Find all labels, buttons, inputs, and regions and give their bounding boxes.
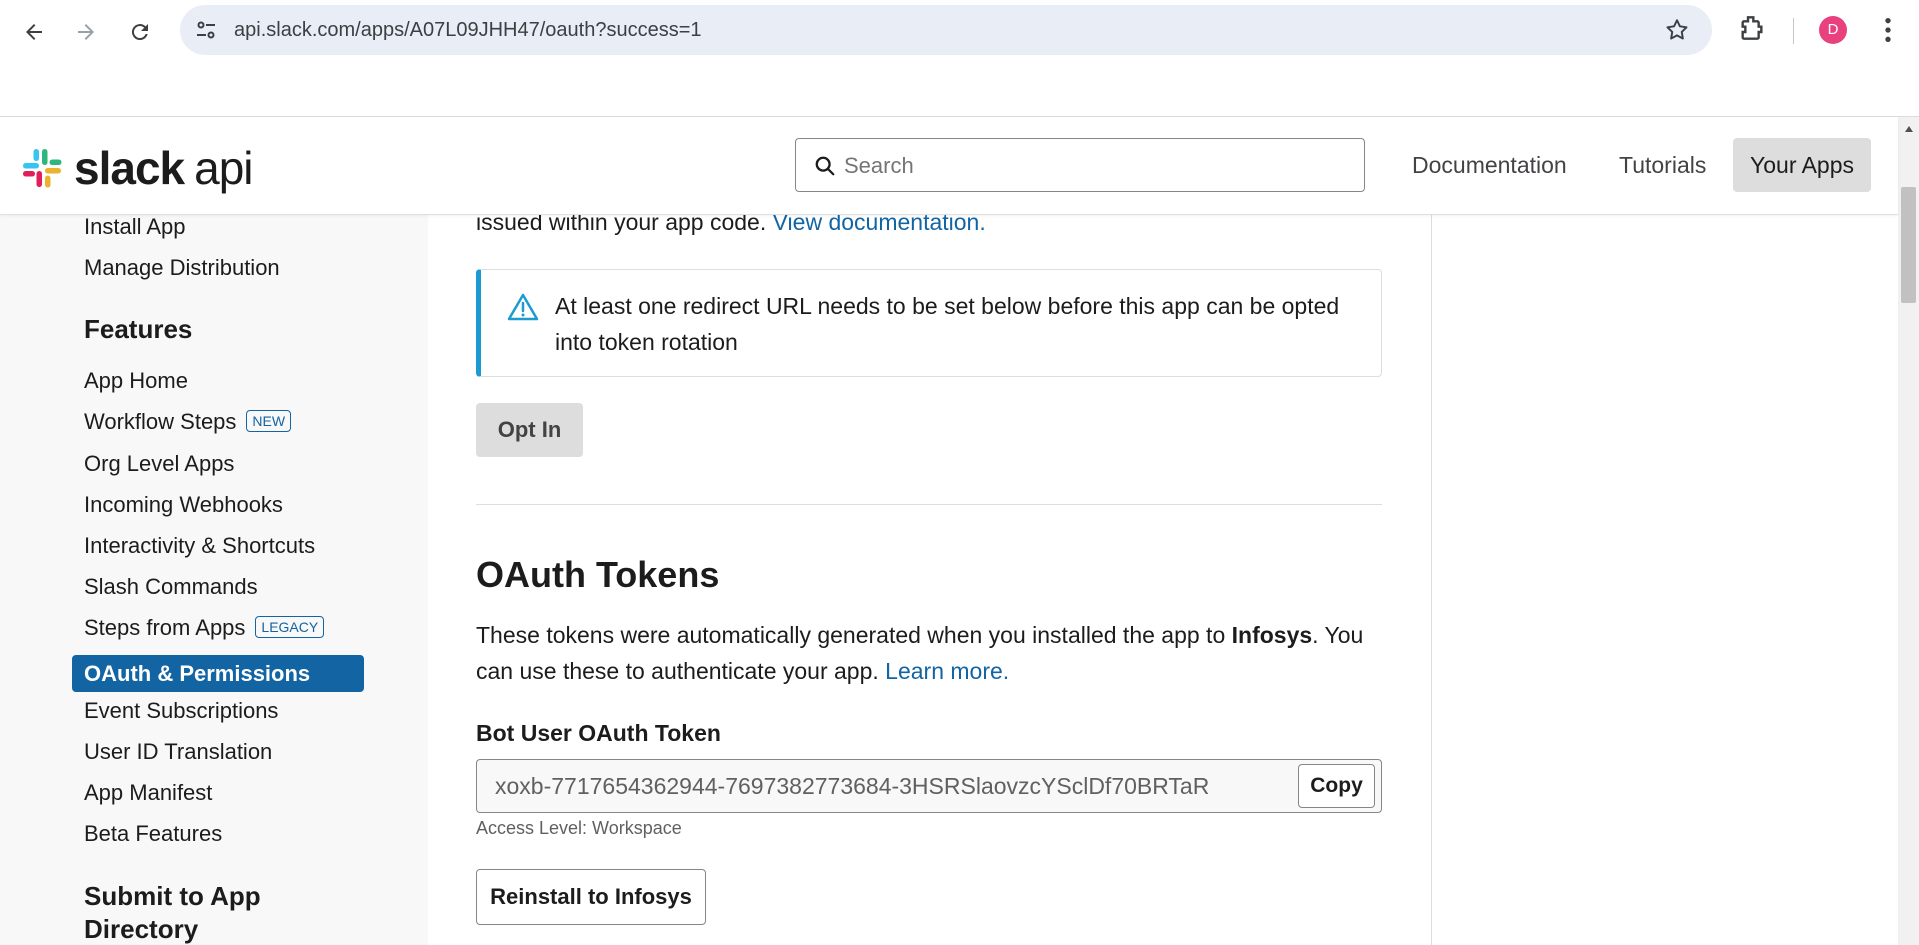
warning-triangle-icon — [507, 293, 539, 321]
bot-token-value[interactable]: xoxb-7717654362944-7697382773684-3HSRSla… — [495, 760, 1209, 812]
sidebar-item-slash-commands[interactable]: Slash Commands — [84, 574, 258, 600]
opt-in-button[interactable]: Opt In — [476, 403, 583, 457]
copy-token-button[interactable]: Copy — [1298, 764, 1375, 808]
forward-arrow-icon — [78, 24, 94, 40]
sidebar-item-org-level-apps[interactable]: Org Level Apps — [84, 451, 234, 477]
section-divider — [476, 504, 1382, 505]
sidebar-heading-submit: Submit to App Directory — [84, 880, 261, 945]
sidebar-heading-features: Features — [84, 314, 193, 344]
sidebar-item-label: Workflow Steps — [84, 409, 237, 434]
sidebar-item-install-app[interactable]: Install App — [84, 214, 186, 240]
learn-more-link[interactable]: Learn more. — [885, 658, 1009, 684]
main-content: issued within your app code. View docume… — [428, 209, 1431, 945]
back-button[interactable] — [14, 12, 54, 52]
sidebar-item-app-home[interactable]: App Home — [84, 368, 188, 394]
oauth-tokens-heading: OAuth Tokens — [476, 554, 720, 595]
page-scrollbar[interactable] — [1898, 117, 1919, 945]
address-bar[interactable]: api.slack.com/apps/A07L09JHH47/oauth?suc… — [180, 5, 1712, 55]
scroll-up-arrow-icon[interactable] — [1904, 125, 1914, 133]
reload-button[interactable] — [120, 12, 160, 52]
search-field[interactable] — [795, 138, 1365, 193]
bot-token-field[interactable]: xoxb-7717654362944-7697382773684-3HSRSla… — [476, 759, 1382, 813]
sidebar-item-app-manifest[interactable]: App Manifest — [84, 780, 212, 806]
bookmark-star-icon[interactable] — [1664, 17, 1690, 43]
browser-toolbar: api.slack.com/apps/A07L09JHH47/oauth?suc… — [0, 0, 1919, 117]
token-rotation-alert: At least one redirect URL needs to be se… — [476, 269, 1382, 377]
scrollbar-thumb[interactable] — [1901, 187, 1916, 303]
slack-logo-icon — [23, 149, 62, 188]
sidebar-item-incoming-webhooks[interactable]: Incoming Webhooks — [84, 492, 283, 518]
profile-avatar[interactable]: D — [1819, 16, 1847, 44]
submit-heading-line1: Submit to App — [84, 881, 261, 911]
sidebar-item-label: Steps from Apps — [84, 615, 246, 640]
toolbar-separator — [1793, 18, 1794, 44]
bot-token-label: Bot User OAuth Token — [476, 720, 721, 746]
sidebar-item-manage-distribution[interactable]: Manage Distribution — [84, 255, 280, 281]
site-settings-icon[interactable] — [194, 18, 218, 42]
new-badge: NEW — [246, 410, 292, 432]
oauth-tokens-description: These tokens were automatically generate… — [476, 617, 1386, 689]
sidebar-item-user-id-translation[interactable]: User ID Translation — [84, 739, 272, 765]
nav-your-apps[interactable]: Your Apps — [1733, 138, 1872, 192]
slack-api-logo[interactable]: slack api — [20, 141, 254, 195]
site-header: slackapi Documentation Tutorials Your Ap… — [0, 117, 1898, 215]
sidebar-item-steps-from-apps[interactable]: Steps from Apps LEGACY — [84, 615, 325, 641]
forward-button[interactable] — [66, 12, 106, 52]
desc-part1: These tokens were automatically generate… — [476, 622, 1226, 648]
sidebar-item-oauth-permissions[interactable]: OAuth & Permissions — [72, 655, 364, 692]
search-icon — [815, 156, 835, 176]
reload-icon — [131, 24, 148, 41]
search-input[interactable] — [842, 139, 1346, 193]
sidebar: Install App Manage Distribution Features… — [0, 214, 429, 945]
url-text[interactable]: api.slack.com/apps/A07L09JHH47/oauth?suc… — [234, 5, 702, 55]
workspace-name: Infosys — [1231, 622, 1313, 648]
submit-heading-line2: Directory — [84, 914, 199, 944]
logo-slack-text: slack — [74, 142, 185, 194]
extensions-puzzle-icon[interactable] — [1736, 12, 1768, 44]
logo-api-text: api — [194, 142, 253, 194]
access-level-text: Access Level: Workspace — [476, 818, 682, 838]
nav-tutorials[interactable]: Tutorials — [1602, 138, 1723, 192]
legacy-badge: LEGACY — [255, 616, 325, 638]
content-right-border — [1431, 214, 1432, 945]
sidebar-item-beta-features[interactable]: Beta Features — [84, 821, 222, 847]
alert-message: At least one redirect URL needs to be se… — [555, 293, 1340, 355]
sidebar-item-event-subscriptions[interactable]: Event Subscriptions — [84, 698, 278, 724]
back-arrow-icon — [26, 24, 42, 40]
sidebar-item-interactivity-shortcuts[interactable]: Interactivity & Shortcuts — [84, 533, 315, 559]
nav-documentation[interactable]: Documentation — [1395, 138, 1584, 192]
more-menu-icon[interactable] — [1872, 14, 1904, 46]
sidebar-item-workflow-steps[interactable]: Workflow Steps NEW — [84, 409, 292, 435]
reinstall-button[interactable]: Reinstall to Infosys — [476, 869, 706, 925]
